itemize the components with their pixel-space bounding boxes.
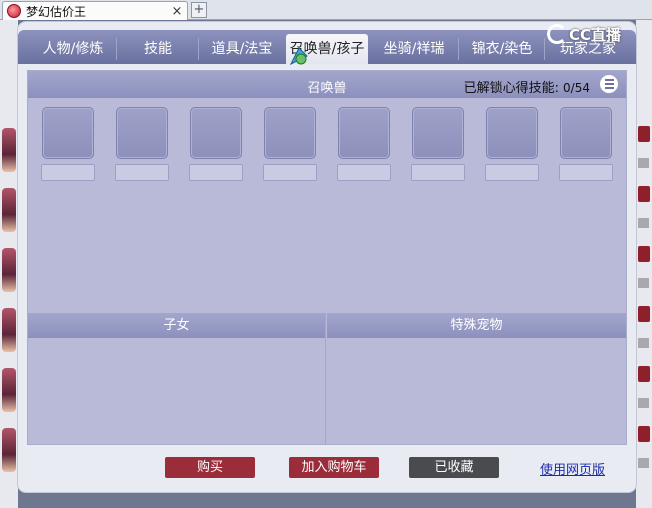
unlocked-skills: 已解锁心得技能: 0/54 [464, 77, 590, 96]
tab-divider [198, 38, 199, 60]
background-text [638, 338, 649, 348]
summon-slot-label [337, 164, 391, 181]
background-buy-button [638, 366, 650, 382]
avatar [2, 128, 16, 172]
tab-divider [116, 38, 117, 60]
cc-watermark-text: CC直播 [569, 25, 622, 44]
background-text [638, 278, 649, 288]
background-page-left [0, 20, 18, 508]
background-buy-button [638, 186, 650, 202]
summon-slot[interactable] [42, 107, 94, 159]
summon-slot[interactable] [412, 107, 464, 159]
add-to-cart-button[interactable]: 加入购物车 [289, 457, 379, 478]
summon-slot-label [411, 164, 465, 181]
background-page-right [636, 20, 652, 508]
special-pets-section: 特殊宠物 [327, 313, 626, 445]
summon-slot[interactable] [338, 107, 390, 159]
browser-tab[interactable]: 梦幻估价王 × [2, 1, 188, 20]
avatar [2, 188, 16, 232]
app-logo-icon [7, 4, 21, 18]
tab-divider [458, 38, 459, 60]
favorited-button[interactable]: 已收藏 [409, 457, 499, 478]
background-text [638, 458, 649, 468]
unlocked-skills-count: 0/54 [563, 81, 590, 95]
background-text [638, 398, 649, 408]
summon-slot[interactable] [190, 107, 242, 159]
category-tab-bar: 人物/修炼 技能 道具/法宝 召唤兽/孩子 坐骑/祥瑞 锦衣/染色 玩家之家 [18, 30, 636, 64]
tab-outfits[interactable]: 锦衣/染色 [460, 34, 544, 64]
background-text [638, 218, 649, 228]
summon-slot-label [559, 164, 613, 181]
close-icon[interactable]: × [170, 4, 184, 19]
tab-skills[interactable]: 技能 [118, 34, 198, 64]
cc-logo-icon [547, 24, 567, 44]
tab-items[interactable]: 道具/法宝 [200, 34, 284, 64]
summon-slot[interactable] [560, 107, 612, 159]
summons-panel: 召唤兽 已解锁心得技能: 0/54 子女 特殊宠物 [27, 70, 627, 445]
tab-divider [544, 38, 545, 60]
summon-slot-label [189, 164, 243, 181]
list-icon[interactable] [600, 75, 618, 93]
background-buy-button [638, 126, 650, 142]
summon-slot-label [263, 164, 317, 181]
summon-slot-label [115, 164, 169, 181]
avatar [2, 428, 16, 472]
new-tab-button[interactable]: + [191, 2, 207, 18]
web-version-link[interactable]: 使用网页版 [540, 459, 605, 478]
summon-slot[interactable] [264, 107, 316, 159]
background-buy-button [638, 306, 650, 322]
unlocked-skills-label: 已解锁心得技能: [463, 81, 560, 96]
avatar [2, 248, 16, 292]
tab-character[interactable]: 人物/修炼 [30, 34, 116, 64]
avatar [2, 308, 16, 352]
summon-slot-label [485, 164, 539, 181]
browser-tab-title: 梦幻估价王 [26, 4, 87, 19]
cursor-pin-icon [289, 47, 308, 66]
background-text [638, 158, 649, 168]
cc-watermark: CC直播 [547, 23, 621, 45]
summon-slot[interactable] [486, 107, 538, 159]
summon-slot[interactable] [116, 107, 168, 159]
children-section: 子女 [28, 313, 326, 445]
avatar [2, 368, 16, 412]
browser-tab-strip: 梦幻估价王 × + [0, 0, 652, 20]
children-title: 子女 [28, 313, 325, 338]
special-pets-title: 特殊宠物 [327, 313, 626, 338]
background-buy-button [638, 426, 650, 442]
tab-mounts[interactable]: 坐骑/祥瑞 [370, 34, 458, 64]
summons-panel-header: 召唤兽 已解锁心得技能: 0/54 [28, 71, 626, 98]
summon-slot-label [41, 164, 95, 181]
background-buy-button [638, 246, 650, 262]
buy-button[interactable]: 购买 [165, 457, 255, 478]
